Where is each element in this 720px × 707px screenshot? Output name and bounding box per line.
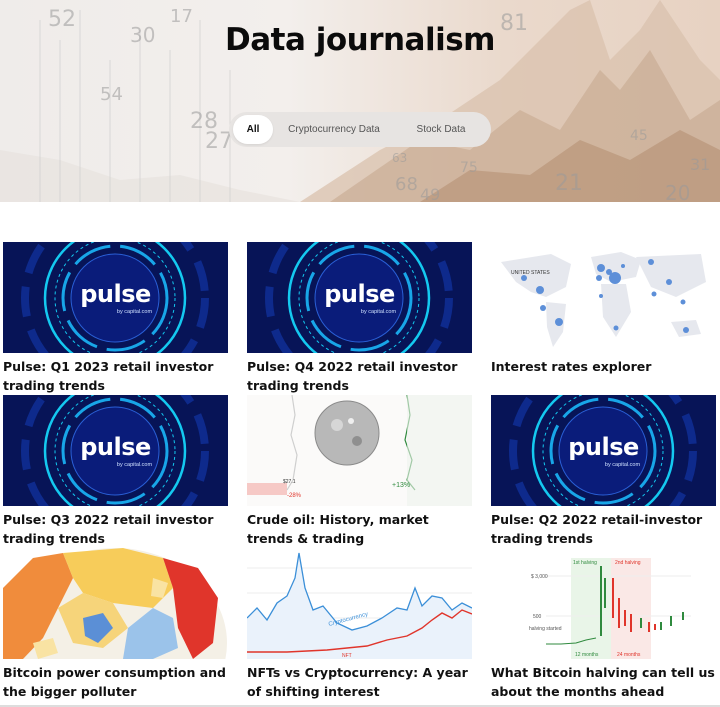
svg-text:49: 49: [420, 185, 440, 202]
halving-tag-first: 1st halving: [573, 560, 597, 566]
pulse-logo-text: pulse: [568, 433, 639, 461]
card-title[interactable]: Crude oil: History, market trends & trad…: [247, 510, 472, 548]
pulse-by-text: by capital.com: [116, 462, 153, 468]
pulse-thumbnail: pulse by capital.com: [247, 242, 472, 353]
pulse-by-text: by capital.com: [604, 462, 641, 468]
card-title[interactable]: Interest rates explorer: [491, 357, 716, 376]
halving-months-second: 24 months: [617, 652, 641, 658]
world-map-graphic: UNITED STATES: [501, 252, 706, 347]
card-title[interactable]: Pulse: Q2 2022 retail-investor trading t…: [491, 510, 716, 548]
article-card[interactable]: UNITED STATES Interest rates explorer: [491, 242, 716, 376]
card-title[interactable]: NFTs vs Cryptocurrency: A year of shifti…: [247, 663, 472, 701]
article-card[interactable]: Bitcoin power consumption and the bigger…: [3, 548, 228, 701]
pulse-thumbnail: pulse by capital.com: [3, 242, 228, 353]
halving-chart-graphic: $ 3,000 500 halving started 1st halving …: [529, 558, 691, 659]
svg-text:45: 45: [630, 128, 648, 144]
svg-text:20: 20: [665, 181, 690, 202]
article-card[interactable]: pulse by capital.com Pulse: Q4 2022 reta…: [247, 242, 472, 395]
card-title[interactable]: Pulse: Q3 2022 retail investor trading t…: [3, 510, 228, 548]
card-title[interactable]: What Bitcoin halving can tell us about t…: [491, 663, 716, 701]
article-card[interactable]: Cryptocurrency NFT NFTs vs Cryptocurrenc…: [247, 548, 472, 701]
article-card[interactable]: $ 3,000 500 halving started 1st halving …: [491, 548, 716, 701]
world-map-thumbnail: UNITED STATES: [491, 242, 716, 353]
filter-tab-cryptocurrency-data[interactable]: Cryptocurrency Data: [273, 115, 395, 144]
oil-up-label: +13%: [392, 482, 410, 489]
hero-banner: 52 30 17 54 81 28 27 68 75 49 63 21 20 3…: [0, 0, 720, 202]
pulse-by-text: by capital.com: [360, 309, 397, 315]
energy-map-graphic: [3, 548, 227, 659]
card-title[interactable]: Bitcoin power consumption and the bigger…: [3, 663, 228, 701]
filter-tab-stock-data[interactable]: Stock Data: [395, 115, 487, 144]
pulse-logo-text: pulse: [80, 433, 151, 461]
halving-y-label-high: $ 3,000: [531, 574, 548, 580]
trend-lines-thumbnail: Cryptocurrency NFT: [247, 548, 472, 659]
oil-price-label: $27.1: [283, 479, 296, 485]
filter-tab-all[interactable]: All: [233, 115, 273, 144]
halving-tag-second: 2nd halving: [615, 560, 641, 566]
pulse-logo-text: pulse: [80, 280, 151, 308]
map-country-label: UNITED STATES: [511, 270, 550, 276]
halving-y-label-low: 500: [533, 614, 542, 620]
halving-months-first: 12 months: [575, 652, 599, 658]
svg-text:54: 54: [100, 84, 123, 105]
energy-map-thumbnail: [3, 548, 228, 659]
svg-text:68: 68: [395, 174, 418, 195]
pulse-thumbnail: pulse by capital.com: [3, 395, 228, 506]
pulse-by-text: by capital.com: [116, 309, 153, 315]
nft-series-label: NFT: [342, 653, 352, 659]
svg-text:31: 31: [690, 155, 710, 174]
filter-tab-bar: All Cryptocurrency Data Stock Data: [229, 112, 491, 147]
halving-chart-thumbnail: $ 3,000 500 halving started 1st halving …: [491, 548, 716, 659]
cryptocurrency-series-label: Cryptocurrency: [328, 612, 369, 628]
halving-start-label: halving started: [529, 626, 562, 632]
article-card[interactable]: pulse by capital.com Pulse: Q3 2022 reta…: [3, 395, 228, 548]
svg-text:75: 75: [460, 160, 478, 176]
page-title: Data journalism: [225, 22, 495, 58]
pulse-logo-text: pulse: [324, 280, 395, 308]
pulse-thumbnail: pulse by capital.com: [491, 395, 716, 506]
article-card[interactable]: pulse by capital.com Pulse: Q1 2023 reta…: [3, 242, 228, 395]
oil-chart-thumbnail: $27.1 -28% +13%: [247, 395, 472, 506]
trend-lines-graphic: Cryptocurrency NFT: [247, 552, 472, 659]
oil-chart-graphic: $27.1 -28% +13%: [247, 395, 472, 506]
svg-text:63: 63: [392, 151, 407, 165]
article-card[interactable]: pulse by capital.com Pulse: Q2 2022 reta…: [491, 395, 716, 548]
oil-down-label: -28%: [287, 493, 302, 499]
card-title[interactable]: Pulse: Q1 2023 retail investor trading t…: [3, 357, 228, 395]
card-title[interactable]: Pulse: Q4 2022 retail investor trading t…: [247, 357, 472, 395]
article-card[interactable]: $27.1 -28% +13% Crude oil: History, mark…: [247, 395, 472, 548]
svg-text:21: 21: [555, 171, 583, 196]
